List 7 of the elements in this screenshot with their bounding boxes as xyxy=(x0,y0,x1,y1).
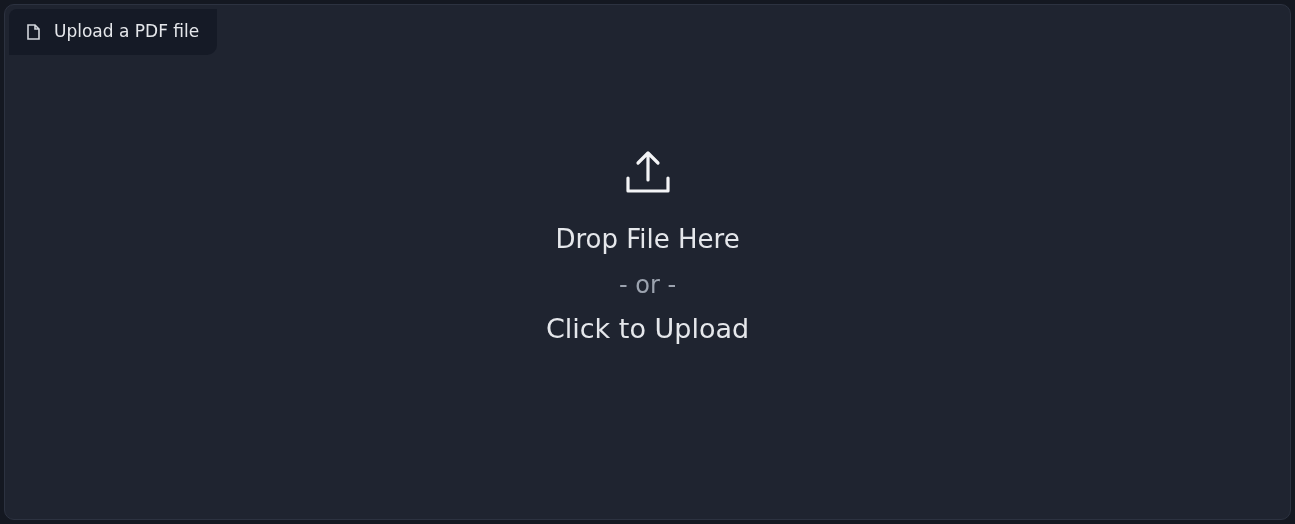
upload-dropzone[interactable]: Upload a PDF file Drop File Here - or - Click to Upload xyxy=(4,4,1291,520)
file-icon xyxy=(27,23,40,40)
drop-title: Drop File Here xyxy=(555,223,740,257)
upload-icon xyxy=(624,150,671,195)
separator-text: - or - xyxy=(618,270,677,302)
upload-link[interactable]: Click to Upload xyxy=(545,309,750,350)
label-text: Upload a PDF file xyxy=(54,20,200,43)
